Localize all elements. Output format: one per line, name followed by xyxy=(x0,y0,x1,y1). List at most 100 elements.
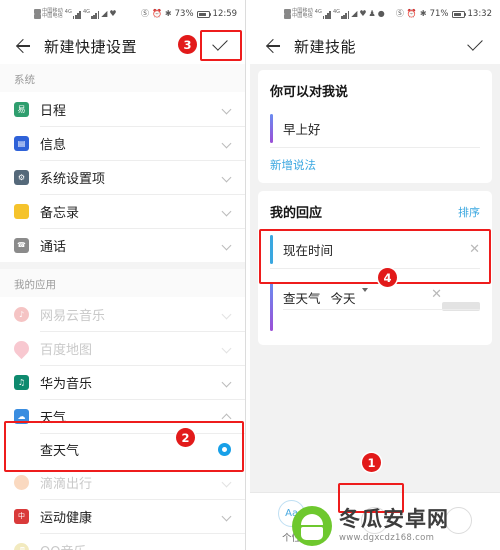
list-item-qq-music[interactable]: ♬ QQ音乐 xyxy=(0,533,246,550)
watermark-text: 冬瓜安卓网 www.dgxcdz168.com xyxy=(339,509,449,544)
my-response-card: 我的回应 排序 现在时间 ✕ 查天气 今天 ✕ xyxy=(258,191,492,345)
list-item-didi[interactable]: 滴滴出行 xyxy=(0,465,245,499)
inner-divider xyxy=(283,309,480,310)
list-item-call[interactable]: ☎ 通话 xyxy=(0,228,246,262)
right-app-bar: 新建技能 xyxy=(250,28,500,64)
list-subitem-check-weather[interactable]: 查天气 xyxy=(0,433,246,465)
close-icon[interactable]: ✕ xyxy=(431,288,442,301)
annotation-badge-2: 2 xyxy=(176,428,195,447)
accent-bar xyxy=(270,283,273,331)
chevron-down-icon xyxy=(222,206,233,217)
response-item-weather[interactable]: 查天气 今天 ✕ xyxy=(270,279,480,335)
left-app-bar: 新建快捷设置 xyxy=(0,28,246,64)
close-icon[interactable]: ✕ xyxy=(469,243,480,256)
notes-icon xyxy=(14,203,29,219)
vpn-icon: ♥ xyxy=(359,9,367,18)
phrase-item[interactable]: 早上好 xyxy=(270,110,480,148)
add-phrase-link[interactable]: 新增说法 xyxy=(270,157,316,173)
list-item-health[interactable]: 中 运动健康 xyxy=(0,499,246,533)
right-phone-panel: 中国移动 中国电信 4G 4G ◢ ♥ ♟ ● Ⓢ ⏰ ✱ 71% 13:32 xyxy=(250,0,500,550)
list-item-messages[interactable]: ▤ 信息 xyxy=(0,126,246,160)
battery-percent: 71% xyxy=(429,9,449,19)
back-arrow-icon[interactable] xyxy=(262,36,282,56)
list-item-notes[interactable]: 备忘录 xyxy=(0,194,246,228)
list-item-netease-music[interactable]: ♪ 网易云音乐 xyxy=(0,297,245,331)
list-item-label: 系统设置项 xyxy=(40,171,106,187)
annotation-badge-4: 4 xyxy=(378,268,397,287)
chevron-up-icon xyxy=(222,411,233,422)
carrier-2: 中国电信 xyxy=(42,13,63,19)
chevron-down-icon xyxy=(222,545,233,550)
chevron-down-icon xyxy=(222,377,233,388)
messages-icon: ▤ xyxy=(14,135,29,151)
carrier-2: 中国电信 xyxy=(292,13,313,19)
list-item-label: 信息 xyxy=(40,137,67,153)
response-label: 现在时间 xyxy=(283,243,334,258)
battery-icon xyxy=(451,10,466,18)
list-item-huawei-music[interactable]: ♫ 华为音乐 xyxy=(0,365,246,399)
page-title: 新建技能 xyxy=(294,37,357,56)
phrase-text: 早上好 xyxy=(283,122,321,137)
section-header-system: 系统 xyxy=(0,64,246,92)
annotation-badge-1: 1 xyxy=(362,453,381,472)
list-item-weather[interactable]: ☁ 天气 xyxy=(0,399,246,433)
page-title: 新建快捷设置 xyxy=(44,37,138,56)
carrier-labels: 中国移动 中国电信 xyxy=(34,8,63,20)
sort-link[interactable]: 排序 xyxy=(458,204,480,220)
vpn-icon: ♥ xyxy=(109,9,117,18)
baidu-map-icon xyxy=(10,337,33,359)
call-icon: ☎ xyxy=(14,237,29,253)
left-status-right: Ⓢ ⏰ ✱ 73% 12:59 xyxy=(141,9,237,19)
list-item-label: 华为音乐 xyxy=(40,376,93,392)
section-header-my-apps: 我的应用 xyxy=(0,269,246,297)
response-label: 查天气 xyxy=(283,291,321,306)
chevron-down-icon xyxy=(222,477,233,488)
battery-icon xyxy=(196,10,212,18)
list-item-baidu-map[interactable]: 百度地图 xyxy=(0,331,246,365)
huawei-music-icon: ♫ xyxy=(14,374,29,390)
list-item-label: 百度地图 xyxy=(40,342,93,358)
right-status-right: Ⓢ ⏰ ✱ 71% 13:32 xyxy=(396,9,492,19)
netease-music-icon: ♪ xyxy=(14,306,29,322)
sim2-icon xyxy=(34,14,41,20)
list-item-label: 备忘录 xyxy=(40,205,80,221)
sim2-icon xyxy=(284,14,291,20)
chat-icon: ● xyxy=(377,9,385,18)
back-arrow-icon[interactable] xyxy=(12,36,32,56)
left-status-bar: 中国移动 中国电信 4G 4G ◢ ♥ Ⓢ ⏰ ✱ 73% 12:59 xyxy=(0,0,246,28)
chevron-down-icon xyxy=(222,240,233,251)
section-divider xyxy=(0,262,246,269)
list-item-system-settings[interactable]: ⚙ 系统设置项 xyxy=(0,160,246,194)
list-item-label: 网易云音乐 xyxy=(40,308,106,324)
list-item-label: QQ音乐 xyxy=(40,541,86,550)
mute-icon: Ⓢ xyxy=(140,9,149,18)
signal-type-2: 4G xyxy=(82,8,91,15)
list-subitem-label: 查天气 xyxy=(40,443,80,459)
right-status-bar: 中国移动 中国电信 4G 4G ◢ ♥ ♟ ● Ⓢ ⏰ ✱ 71% 13:32 xyxy=(250,0,500,28)
weather-icon: ☁ xyxy=(14,408,29,424)
bluetooth-icon: ✱ xyxy=(419,9,427,18)
settings-icon: ⚙ xyxy=(14,169,29,185)
left-status-left: 中国移动 中国电信 4G 4G ◢ ♥ xyxy=(34,8,117,20)
qq-music-icon: ♬ xyxy=(14,542,29,550)
signal-type-1: 4G xyxy=(64,8,72,15)
list-item-label: 运动健康 xyxy=(40,510,93,526)
chevron-down-icon xyxy=(222,511,233,522)
card-title: 你可以对我说 xyxy=(270,85,349,100)
accent-bar xyxy=(270,235,273,264)
check-icon[interactable] xyxy=(207,33,233,59)
chevron-down-icon xyxy=(222,172,233,183)
check-icon[interactable] xyxy=(462,33,488,59)
chevron-down-icon[interactable] xyxy=(361,288,368,292)
status-clock: 12:59 xyxy=(212,9,238,19)
list-item-calendar[interactable]: 易 日程 xyxy=(0,92,245,126)
radio-selected-icon[interactable] xyxy=(218,442,232,456)
response-option[interactable]: 今天 xyxy=(331,288,356,307)
response-item-time[interactable]: 现在时间 ✕ xyxy=(270,231,480,269)
chevron-down-icon xyxy=(222,343,233,354)
watermark: 冬瓜安卓网 www.dgxcdz168.com xyxy=(292,506,449,546)
alarm-icon: ⏰ xyxy=(151,9,162,18)
annotation-badge-3: 3 xyxy=(178,35,197,54)
signal-bars-1-icon xyxy=(72,10,81,19)
health-icon: 中 xyxy=(14,508,29,524)
